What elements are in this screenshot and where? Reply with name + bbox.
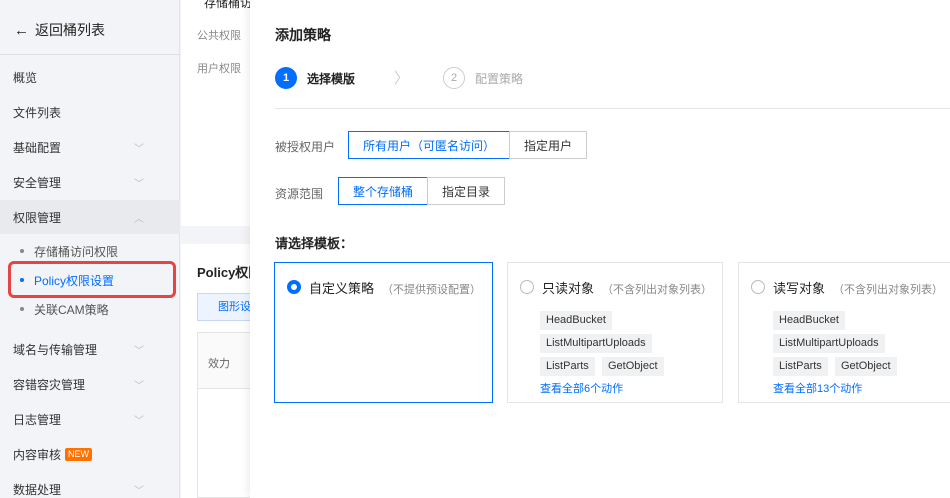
sidebar-item-basic-config[interactable]: 基础配置 ﹀ (0, 130, 180, 164)
bullet-icon (20, 249, 24, 253)
grantee-label: 被授权用户 (275, 140, 336, 154)
back-to-bucket-list[interactable]: ← 返回桶列表 (14, 20, 105, 40)
sidebar-subitem-label: 存储桶访问权限 (34, 244, 119, 259)
view-all-actions-link[interactable]: 查看全部13个动作 (773, 380, 862, 396)
chevron-down-icon: ﹀ (134, 380, 144, 392)
step-configure-policy: 2 配置策略 (443, 67, 523, 89)
bullet-icon (20, 307, 24, 311)
chevron-right-icon: 〉 (394, 70, 410, 87)
policy-title: Policy权限 (197, 265, 250, 280)
table-header: 效力 (198, 333, 250, 389)
graph-settings-button[interactable]: 图形设置 (197, 293, 250, 321)
radio-selected-icon (287, 280, 301, 294)
sidebar-item-disaster-recovery[interactable]: 容错容灾管理 ﹀ (0, 367, 180, 401)
chevron-up-icon: ︿ (134, 213, 144, 225)
sidebar: ← 返回桶列表 概览 文件列表 基础配置 ﹀ 安全管理 ﹀ 权限管理 ︿ 存储桶访问权… (0, 0, 180, 498)
sidebar-item-overview[interactable]: 概览 (0, 60, 180, 94)
template-name-text: 只读对象 (542, 281, 595, 296)
resource-label: 资源范围 (275, 187, 324, 201)
sidebar-item-label: 安全管理 (13, 175, 62, 190)
sidebar-divider (0, 54, 180, 55)
sidebar-subitem-label: 关联CAM策略 (34, 302, 109, 317)
sidebar-item-label: 概览 (13, 70, 38, 85)
chevron-down-icon: ﹀ (134, 143, 144, 155)
sidebar-item-permissions[interactable]: 权限管理 ︿ (0, 200, 180, 234)
template-desc: （不提供预设配置） (382, 284, 482, 296)
sidebar-item-content-review[interactable]: 内容审核 NEW (0, 437, 180, 471)
resource-selector: 整个存储桶 指定目录 (338, 177, 506, 205)
action-tag: ListMultipartUploads (773, 334, 885, 353)
radio-icon (520, 280, 534, 294)
chevron-down-icon: ﹀ (134, 415, 144, 427)
sidebar-item-label: 域名与传输管理 (13, 342, 98, 357)
template-desc: （不含列出对象列表） (602, 284, 713, 296)
template-name: 只读对象 （不含列出对象列表） (542, 278, 712, 297)
step-select-template: 1 选择模版 (275, 67, 355, 89)
grantee-selector: 所有用户（可匿名访问） 指定用户 (348, 131, 588, 159)
template-card-readonly[interactable]: 只读对象 （不含列出对象列表） HeadBucket ListMultipartU… (507, 262, 723, 403)
chevron-down-icon: ﹀ (134, 485, 144, 497)
permissions-card: 存储桶访 公共权限 用户权限 (181, 0, 250, 226)
drawer-title: 添加策略 (275, 27, 331, 43)
sidebar-item-data-processing[interactable]: 数据处理 ﹀ (0, 472, 180, 498)
drawer-divider (275, 108, 950, 109)
action-tag: ListParts (540, 357, 595, 376)
template-desc: （不含列出对象列表） (833, 284, 944, 296)
view-all-actions-link[interactable]: 查看全部6个动作 (540, 380, 623, 396)
sidebar-subitem-bucket-access[interactable]: 存储桶访问权限 (0, 239, 180, 263)
action-tag: ListMultipartUploads (540, 334, 652, 353)
radio-icon (751, 280, 765, 294)
back-label: 返回桶列表 (35, 22, 105, 38)
policy-table: 效力 (197, 332, 250, 498)
sidebar-item-security[interactable]: 安全管理 ﹀ (0, 165, 180, 199)
template-name-text: 自定义策略 (309, 281, 375, 296)
sidebar-item-label: 文件列表 (13, 105, 62, 120)
public-perm-label: 公共权限 (197, 30, 241, 42)
sidebar-item-label: 日志管理 (13, 412, 62, 427)
step-label: 配置策略 (475, 71, 524, 86)
section-title: 存储桶访 (204, 0, 250, 10)
template-name: 自定义策略 （不提供预设配置） (309, 278, 481, 297)
action-tag: HeadBucket (773, 311, 845, 330)
grantee-specific-user-option[interactable]: 指定用户 (509, 131, 588, 159)
action-tag: GetObject (835, 357, 897, 376)
sidebar-item-domain-transfer[interactable]: 域名与传输管理 ﹀ (0, 332, 180, 366)
grantee-all-users-option[interactable]: 所有用户（可匿名访问） (348, 131, 511, 159)
new-badge: NEW (65, 447, 93, 461)
step-number: 2 (443, 67, 465, 89)
action-tag: ListParts (773, 357, 828, 376)
template-name-text: 读写对象 (773, 281, 826, 296)
highlight-annotation (8, 261, 176, 298)
template-card-custom[interactable]: 自定义策略 （不提供预设配置） (274, 262, 493, 403)
effect-column-header: 效力 (208, 358, 230, 370)
action-tag: GetObject (602, 357, 664, 376)
sidebar-item-label: 内容审核 (13, 447, 62, 462)
resource-whole-bucket-option[interactable]: 整个存储桶 (338, 177, 429, 205)
step-number: 1 (275, 67, 297, 89)
sidebar-item-file-list[interactable]: 文件列表 (0, 95, 180, 129)
resource-specific-dir-option[interactable]: 指定目录 (427, 177, 506, 205)
step-label: 选择模版 (307, 71, 356, 86)
action-tag: HeadBucket (540, 311, 612, 330)
sidebar-item-label: 基础配置 (13, 140, 62, 155)
template-label: 请选择模板： (275, 236, 354, 251)
background-content: 存储桶访 公共权限 用户权限 Policy权限 图形设置 效力 (181, 0, 250, 498)
sidebar-item-label: 权限管理 (13, 210, 62, 225)
chevron-down-icon: ﹀ (134, 345, 144, 357)
user-perm-label: 用户权限 (197, 63, 241, 75)
chevron-down-icon: ﹀ (134, 178, 144, 190)
sidebar-item-logs[interactable]: 日志管理 ﹀ (0, 402, 180, 436)
arrow-left-icon: ← (14, 21, 29, 39)
sidebar-item-label: 容错容灾管理 (13, 377, 86, 392)
add-policy-drawer: 添加策略 1 选择模版 〉 2 配置策略 被授权用户 所有用户（可匿名访问） 指… (250, 0, 950, 498)
sidebar-item-label: 数据处理 (13, 482, 62, 497)
sidebar-subitem-cam[interactable]: 关联CAM策略 (0, 297, 180, 321)
template-name: 读写对象 （不含列出对象列表） (773, 278, 943, 297)
template-card-readwrite[interactable]: 读写对象 （不含列出对象列表） HeadBucket ListMultipartU… (738, 262, 950, 403)
